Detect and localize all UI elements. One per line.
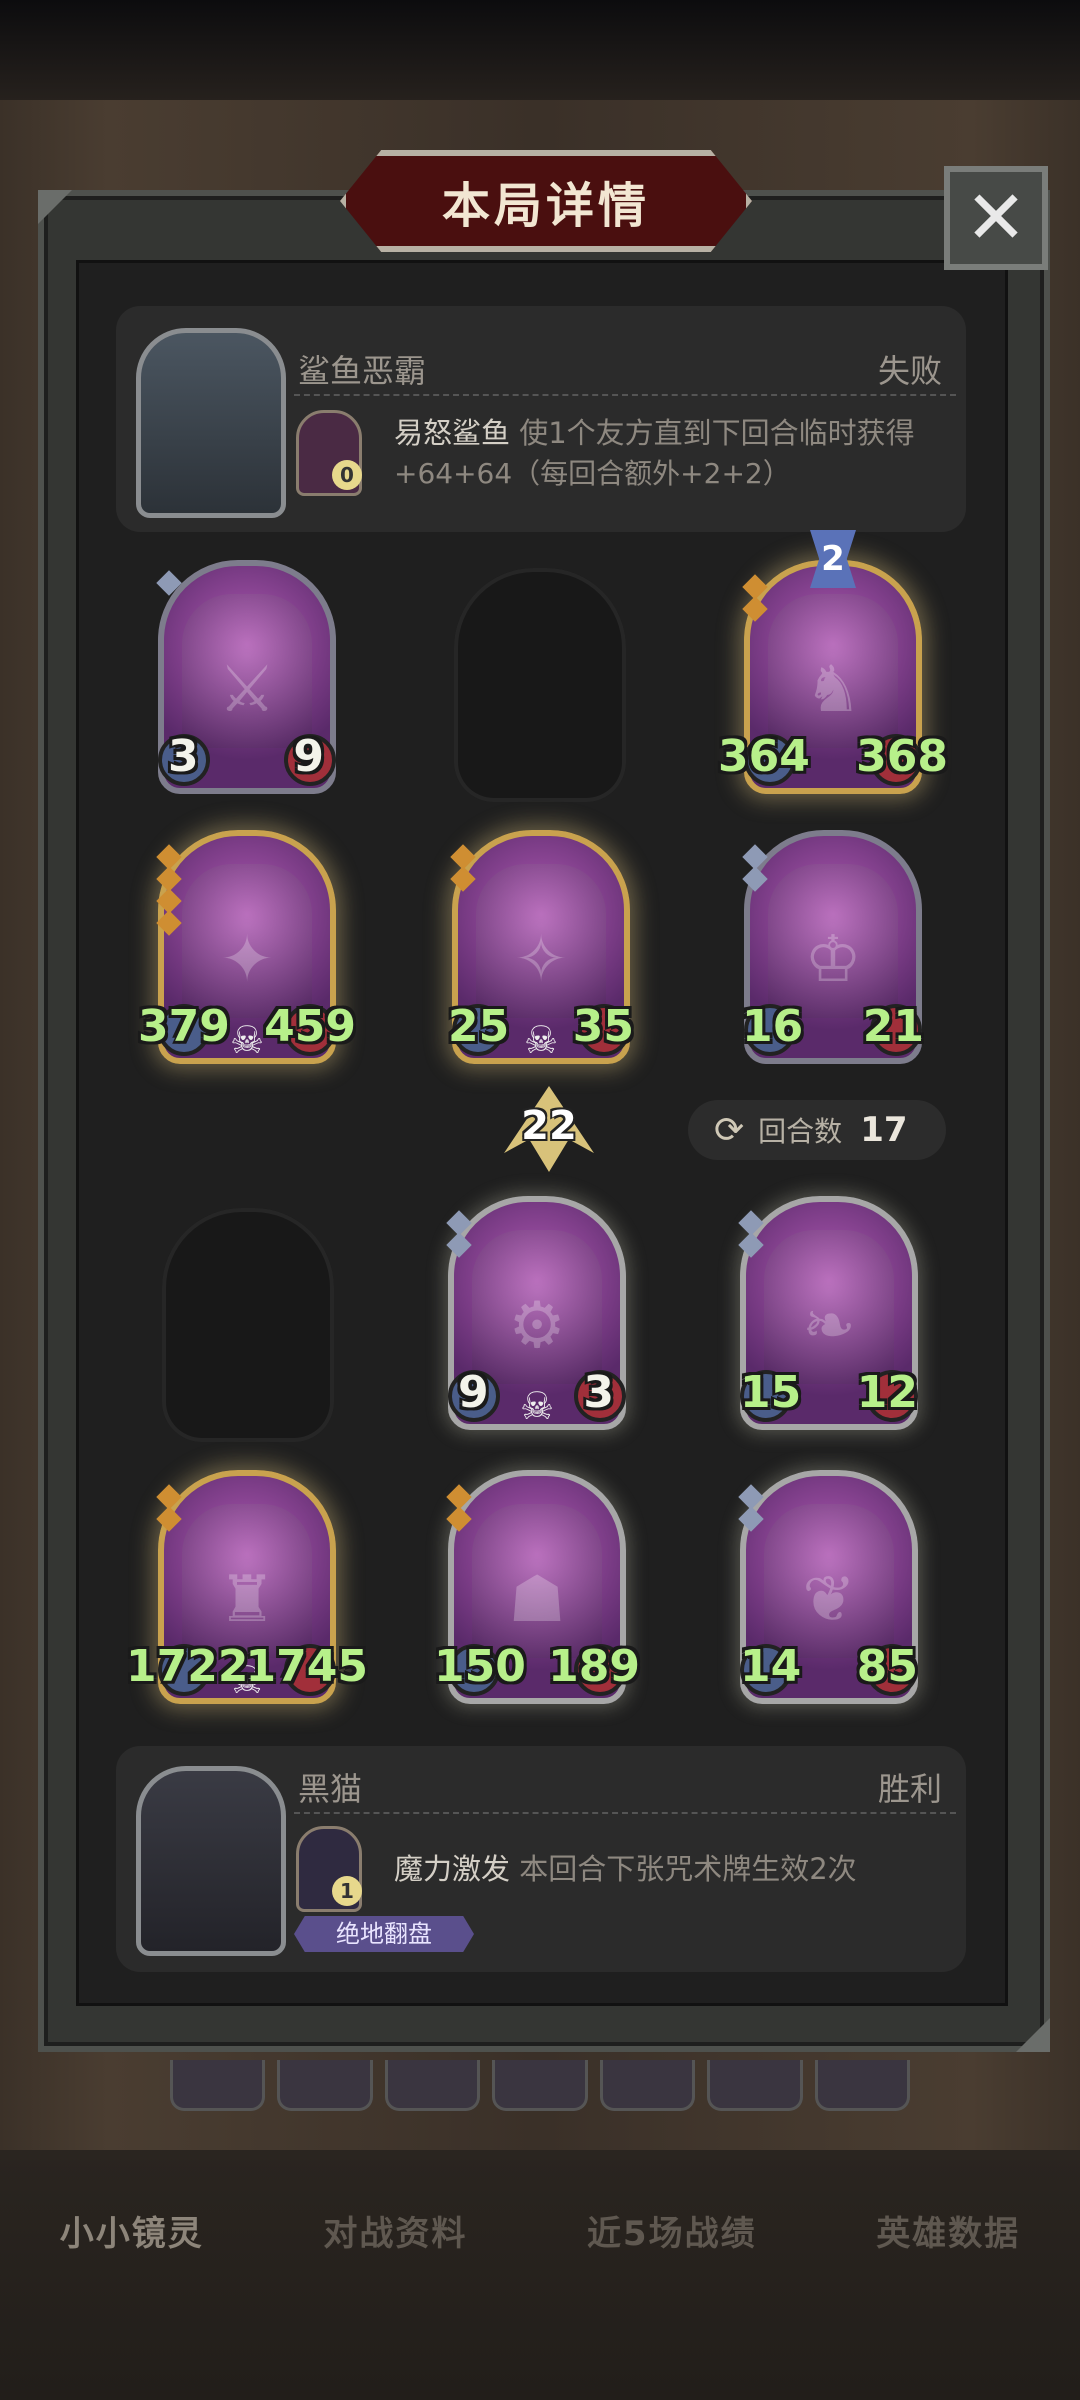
rounds-icon: ⟳ xyxy=(714,1109,745,1151)
card-art: ♞ xyxy=(768,594,898,748)
tab-hero-data[interactable]: 英雄数据 xyxy=(876,2206,1020,2255)
hp-value: 85 xyxy=(856,1641,918,1692)
tab-recent-5[interactable]: 近5场战绩 xyxy=(587,2206,757,2255)
opponent-skill-desc: 使1个友方直到下回合临时获得 xyxy=(519,416,915,450)
strip-card xyxy=(277,2060,373,2111)
divider xyxy=(294,394,956,396)
opponent-card-3[interactable]: ✦ ☠ 379 459 xyxy=(138,830,356,1064)
opponent-skill-line: 易怒鲨鱼 使1个友方直到下回合临时获得 xyxy=(394,410,915,452)
hp-value: 189 xyxy=(548,1641,640,1692)
atk-value: 364 xyxy=(718,731,810,782)
opponent-skill-desc-2: +64+64（每回合额外+2+2） xyxy=(394,457,791,490)
card-art: ♔ xyxy=(768,864,898,1018)
tier-badge-value: 2 xyxy=(821,539,845,579)
rounds-label: 回合数 xyxy=(758,1115,843,1148)
card-art: ⚙ xyxy=(472,1230,602,1384)
player-card-1[interactable]: ⚙ ☠ 9 3 xyxy=(446,1196,626,1430)
dialog-title: 本局详情 xyxy=(441,178,650,234)
card-art: ⚔ xyxy=(182,594,312,748)
hp-value: 21 xyxy=(862,1001,924,1052)
player-card-3[interactable]: ♜ ☠ 1722 1745 xyxy=(126,1470,368,1704)
hp-value: 9 xyxy=(293,731,324,782)
strip-card xyxy=(492,2060,588,2111)
opponent-avatar[interactable] xyxy=(136,328,286,518)
strip-card xyxy=(707,2060,803,2111)
tab-battle-info[interactable]: 对战资料 xyxy=(323,2206,467,2255)
player-skill-desc: 本回合下张咒术牌生效2次 xyxy=(519,1852,857,1886)
dialog-title-plate: 本局详情 xyxy=(340,150,752,252)
strip-card xyxy=(384,2060,481,2111)
panel-corner xyxy=(38,190,72,224)
player-avatar[interactable] xyxy=(136,1766,286,1956)
rounds-value: 17 xyxy=(860,1110,908,1150)
card-art: ✦ xyxy=(182,864,312,1018)
atk-value: 25 xyxy=(448,1001,510,1052)
tab-little-mirror[interactable]: 小小镜灵 xyxy=(60,2206,204,2255)
atk-value: 3 xyxy=(168,731,199,782)
atk-value: 379 xyxy=(138,1001,230,1052)
opponent-card-1[interactable]: ⚔ 3 9 xyxy=(156,560,336,794)
player-card-4[interactable]: ☗ 150 189 xyxy=(434,1470,640,1704)
strip-card xyxy=(814,2060,910,2111)
card-art: ☗ xyxy=(472,1504,602,1658)
player-card-2[interactable]: ❧ 15 12 xyxy=(738,1196,918,1430)
player-skill-line: 魔力激发 本回合下张咒术牌生效2次 xyxy=(394,1846,857,1888)
skull-icon: ☠ xyxy=(523,1018,559,1062)
atk-value: 16 xyxy=(742,1001,804,1052)
bottom-bar xyxy=(0,2150,1080,2400)
player-tag: 绝地翻盘 xyxy=(294,1916,474,1952)
card-art: ❧ xyxy=(764,1230,894,1384)
atk-value: 14 xyxy=(740,1641,802,1692)
atk-value: 9 xyxy=(458,1367,489,1418)
opponent-empty-slot xyxy=(454,568,626,802)
close-icon: ✕ xyxy=(964,175,1027,261)
close-button[interactable]: ✕ xyxy=(944,166,1048,270)
divider xyxy=(294,1812,956,1814)
strip-card xyxy=(599,2060,696,2111)
hp-value: 459 xyxy=(264,1001,356,1052)
strip-card xyxy=(170,2060,266,2111)
bottom-tabs: 小小镜灵 对战资料 近5场战绩 英雄数据 xyxy=(0,2195,1080,2265)
hp-value: 3 xyxy=(583,1367,614,1418)
skull-icon: ☠ xyxy=(519,1384,555,1428)
player-result: 胜利 xyxy=(877,1770,942,1808)
player-skill-name: 魔力激发 xyxy=(394,1852,511,1886)
card-art: ❦ xyxy=(764,1504,894,1658)
skull-icon: ☠ xyxy=(229,1018,265,1062)
card-art: ♜ xyxy=(182,1504,312,1658)
hp-value: 12 xyxy=(856,1367,918,1418)
tier-gem xyxy=(156,910,182,936)
player-info: 黑猫 胜利 1 魔力激发 本回合下张咒术牌生效2次 绝地翻盘 xyxy=(116,1746,966,1972)
damage-value: 22 xyxy=(521,1103,577,1149)
background-card-strip xyxy=(170,2060,910,2111)
atk-value: 150 xyxy=(434,1641,526,1692)
hp-value: 35 xyxy=(572,1001,634,1052)
hp-value: 1745 xyxy=(245,1641,368,1692)
hp-value: 368 xyxy=(856,731,948,782)
player-card-5[interactable]: ❦ 14 85 xyxy=(738,1470,918,1704)
opponent-card-5[interactable]: ♔ 16 21 xyxy=(742,830,924,1064)
atk-value: 15 xyxy=(740,1367,802,1418)
opponent-skill-name: 易怒鲨鱼 xyxy=(394,416,511,450)
player-empty-slot xyxy=(162,1208,334,1442)
player-skill-count: 1 xyxy=(332,1876,362,1906)
opponent-result: 失败 xyxy=(877,352,942,390)
rounds-badge: ⟳ 回合数 17 xyxy=(688,1100,946,1160)
opponent-name: 鲨鱼恶霸 xyxy=(298,352,427,390)
card-art: ✧ xyxy=(476,864,606,1018)
atk-value: 1722 xyxy=(126,1641,249,1692)
opponent-info: 鲨鱼恶霸 失败 0 易怒鲨鱼 使1个友方直到下回合临时获得 +64+64（每回合… xyxy=(116,306,966,532)
opponent-card-4[interactable]: ✧ ☠ 25 35 xyxy=(448,830,634,1064)
player-name: 黑猫 xyxy=(298,1770,363,1808)
panel-corner xyxy=(1016,2018,1050,2052)
opponent-skill-count: 0 xyxy=(332,460,362,490)
opponent-card-2[interactable]: ♞ 364 368 xyxy=(718,560,948,794)
